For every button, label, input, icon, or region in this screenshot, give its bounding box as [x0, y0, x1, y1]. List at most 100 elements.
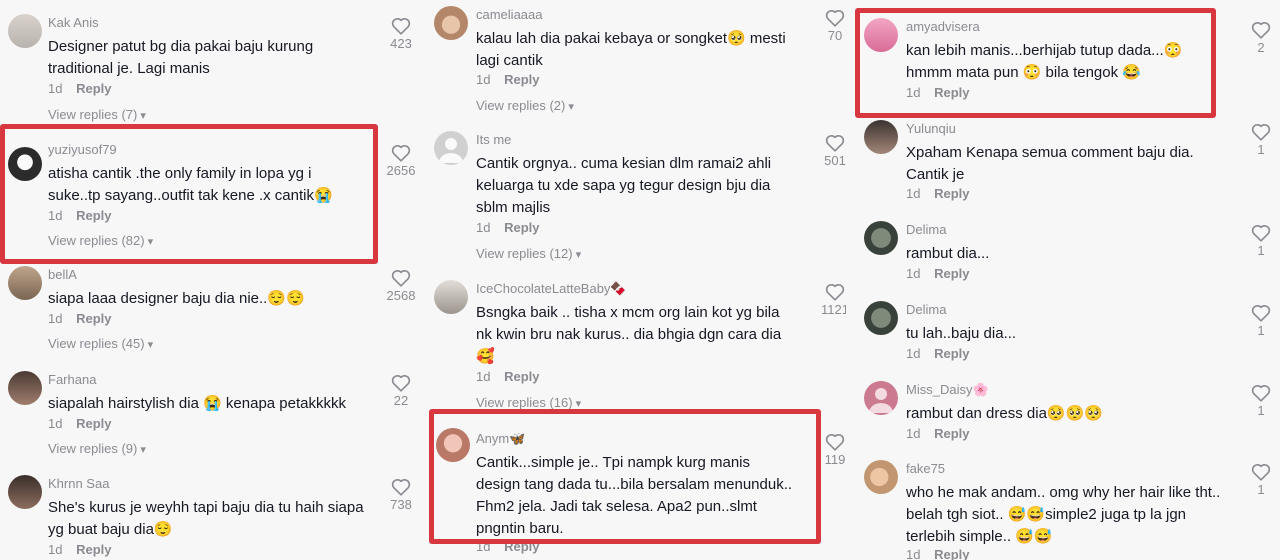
like-button[interactable]: 70	[815, 8, 846, 43]
comment-line: Fhm2 jela. Jadi tak selesa. Apa2 pun..sl…	[476, 498, 757, 515]
avatar[interactable]	[864, 120, 898, 154]
comment-username[interactable]: Miss_Daisy🌸	[906, 382, 989, 398]
avatar[interactable]	[8, 147, 42, 181]
avatar[interactable]	[864, 460, 898, 494]
like-button[interactable]: 1	[1241, 122, 1280, 157]
like-button[interactable]: 1	[1241, 223, 1280, 258]
comment-username[interactable]: Kak Anis	[48, 15, 99, 30]
comment-line: siapalah hairstylish dia 😭 kenapa petakk…	[48, 395, 347, 412]
like-button[interactable]: 2656	[381, 143, 420, 178]
like-button[interactable]: 2	[1241, 20, 1280, 55]
heart-outline-icon	[391, 144, 411, 162]
reply-button[interactable]: Reply	[504, 220, 539, 235]
comment-time: 1d	[48, 416, 63, 431]
comment-username[interactable]: Delima	[906, 302, 946, 317]
comment-line: nk kwin bru nak kurus.. dia bhgia dgn ca…	[476, 326, 782, 343]
avatar[interactable]	[436, 428, 470, 462]
like-button[interactable]: 22	[381, 373, 420, 408]
heart-outline-icon	[1251, 384, 1271, 402]
like-button[interactable]: 1	[1241, 462, 1280, 497]
like-button[interactable]: 1121	[815, 282, 846, 317]
comment-username[interactable]: fake75	[906, 461, 945, 476]
view-replies-button[interactable]: View replies (12) ▾	[476, 246, 581, 261]
comment-line: Cantik orgnya.. cuma kesian dlm ramai2 a…	[476, 155, 772, 172]
view-replies-label: View replies (9)	[48, 441, 138, 456]
view-replies-button[interactable]: View replies (9) ▾	[48, 441, 146, 456]
comment-text: Designer patut bg dia pakai baju kurung …	[48, 36, 313, 80]
like-button[interactable]: 1	[1241, 383, 1280, 418]
like-button[interactable]: 738	[381, 477, 420, 512]
comment-username[interactable]: Yulunqiu	[906, 121, 956, 136]
comment-line: Xpaham Kenapa semua comment baju dia.	[906, 144, 1194, 161]
reply-button[interactable]: Reply	[76, 416, 111, 431]
comment-line: atisha cantik .the only family in lopa y…	[48, 165, 312, 182]
avatar[interactable]	[864, 301, 898, 335]
view-replies-button[interactable]: View replies (82) ▾	[48, 233, 153, 248]
like-count: 1	[1257, 142, 1265, 157]
comment-username[interactable]: bellA	[48, 267, 77, 282]
like-button[interactable]: 119	[815, 432, 846, 467]
view-replies-label: View replies (82)	[48, 233, 145, 248]
heart-outline-icon	[825, 9, 845, 27]
comment-time: 1d	[476, 220, 491, 235]
comment-line: rambut dia...	[906, 245, 990, 262]
avatar[interactable]	[864, 18, 898, 52]
reply-button[interactable]: Reply	[76, 311, 111, 326]
reply-button[interactable]: Reply	[934, 85, 969, 100]
like-count: 119	[824, 452, 846, 467]
comment-meta: 1d Reply	[476, 72, 540, 87]
like-count: 2568	[386, 288, 416, 303]
avatar[interactable]	[8, 14, 42, 48]
comment-username[interactable]: Delima	[906, 222, 946, 237]
reply-button[interactable]: Reply	[934, 547, 969, 560]
heart-outline-icon	[1251, 463, 1271, 481]
reply-button[interactable]: Reply	[76, 81, 111, 96]
comment-line: keluarga tu xde sapa yg tegur design bju…	[476, 177, 771, 194]
comment-time: 1d	[906, 266, 921, 281]
comment-column-1: Kak Anis Designer patut bg dia pakai baj…	[8, 0, 420, 560]
avatar[interactable]	[434, 6, 468, 40]
comment-username[interactable]: yuziyusof79	[48, 142, 117, 157]
avatar[interactable]	[8, 266, 42, 300]
like-button[interactable]: 501	[815, 133, 846, 168]
view-replies-button[interactable]: View replies (16) ▾	[476, 395, 581, 410]
like-button[interactable]: 1	[1241, 303, 1280, 338]
reply-button[interactable]: Reply	[76, 542, 111, 557]
avatar[interactable]	[8, 371, 42, 405]
reply-button[interactable]: Reply	[504, 369, 539, 384]
avatar[interactable]	[8, 475, 42, 509]
reply-button[interactable]: Reply	[934, 346, 969, 361]
default-avatar-icon	[869, 388, 893, 413]
reply-button[interactable]: Reply	[934, 186, 969, 201]
comment-meta: 1d Reply	[906, 186, 970, 201]
reply-button[interactable]: Reply	[934, 426, 969, 441]
reply-button[interactable]: Reply	[76, 208, 111, 223]
avatar[interactable]	[864, 221, 898, 255]
heart-outline-icon	[391, 478, 411, 496]
comment-username[interactable]: Anym🦋	[476, 431, 525, 447]
comment-username[interactable]: Farhana	[48, 372, 96, 387]
comment-username[interactable]: IceChocolateLatteBaby🍫	[476, 281, 627, 297]
comment-line: suke..tp sayang..outfit tak kene .x cant…	[48, 187, 333, 204]
comment-username[interactable]: cameliaaaa	[476, 7, 543, 22]
like-button[interactable]: 423	[381, 16, 420, 51]
comment-line: hmmm mata pun 😳 bila tengok 😂	[906, 64, 1141, 81]
comment-line: siapa laaa designer baju dia nie..😌😌	[48, 290, 305, 307]
comment-line: sblm majlis	[476, 199, 551, 216]
comment-username[interactable]: amyadvisera	[906, 19, 980, 34]
chevron-down-icon: ▾	[575, 249, 582, 261]
heart-outline-icon	[391, 374, 411, 392]
avatar[interactable]	[864, 381, 898, 415]
avatar[interactable]	[434, 131, 468, 165]
view-replies-button[interactable]: View replies (2) ▾	[476, 98, 574, 113]
avatar[interactable]	[434, 280, 468, 314]
like-button[interactable]: 2568	[381, 268, 420, 303]
comment-username[interactable]: Its me	[476, 132, 511, 147]
reply-button[interactable]: Reply	[504, 72, 539, 87]
reply-button[interactable]: Reply	[934, 266, 969, 281]
reply-button[interactable]: Reply	[504, 539, 539, 554]
view-replies-button[interactable]: View replies (45) ▾	[48, 336, 153, 351]
comment-username[interactable]: Khrnn Saa	[48, 476, 109, 491]
heart-outline-icon	[1251, 21, 1271, 39]
view-replies-button[interactable]: View replies (7) ▾	[48, 107, 146, 122]
